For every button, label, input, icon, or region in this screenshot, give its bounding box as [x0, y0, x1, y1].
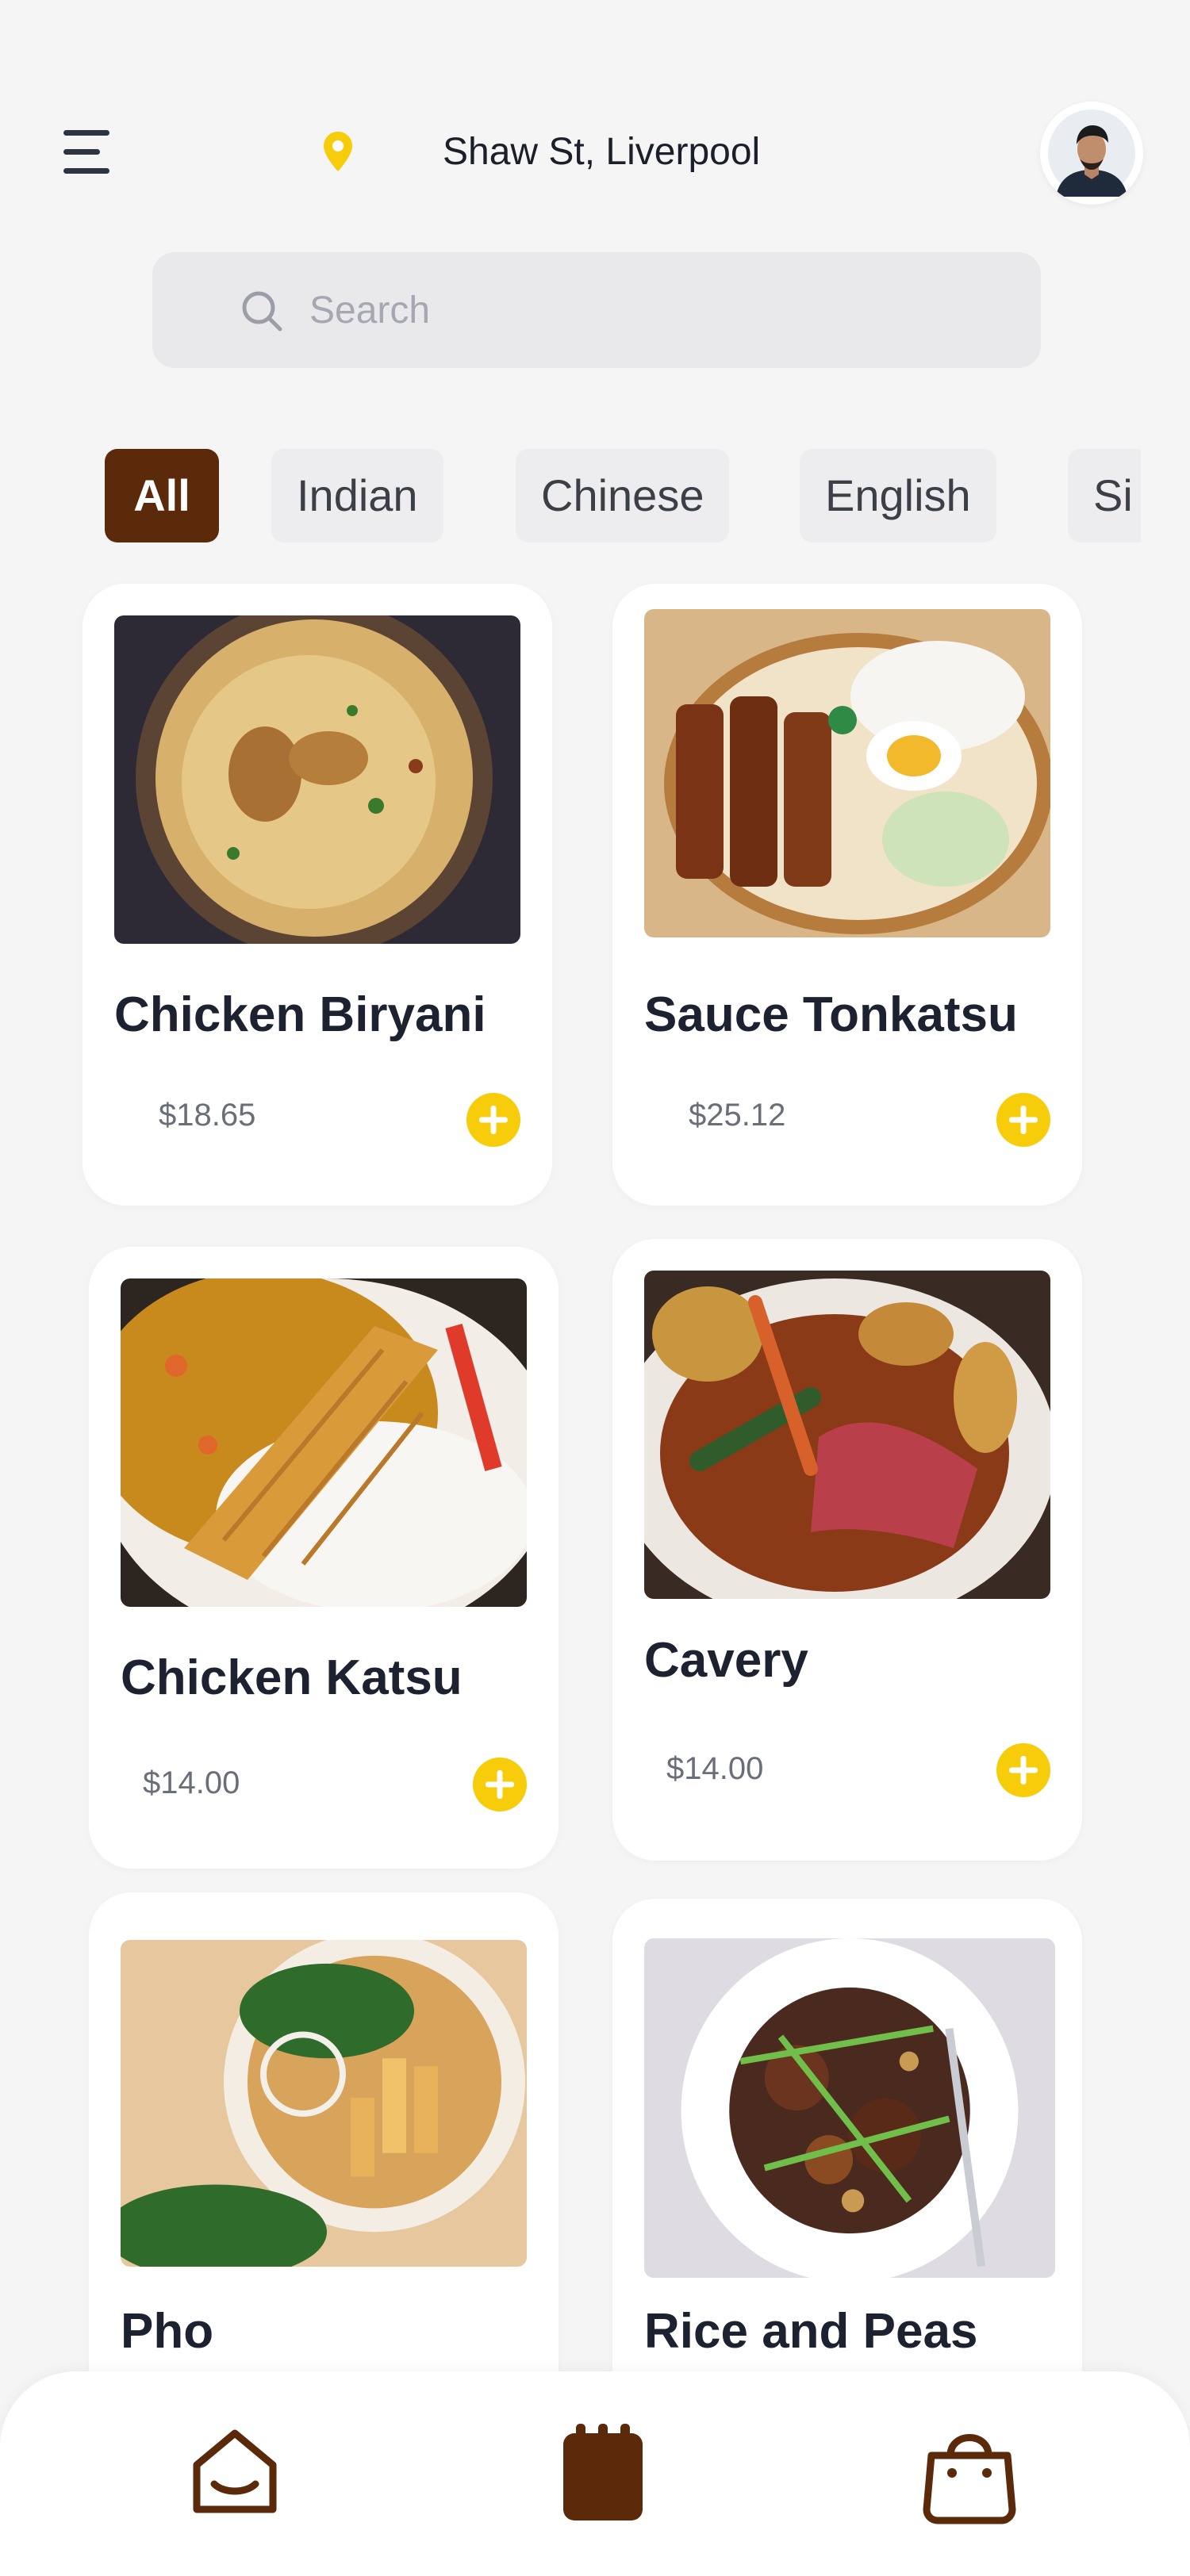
- add-to-cart-button[interactable]: [473, 1758, 527, 1811]
- tab-chinese[interactable]: Chinese: [516, 449, 730, 542]
- avatar[interactable]: [1040, 102, 1143, 205]
- tab-all[interactable]: All: [105, 449, 219, 542]
- product-image: [644, 609, 1050, 937]
- product-price: $18.65: [159, 1098, 256, 1133]
- product-name: Rice and Peas: [644, 2304, 978, 2359]
- product-price: $14.00: [143, 1765, 240, 1800]
- nav-home-button[interactable]: [179, 2416, 290, 2527]
- menu-icon-line: [63, 168, 109, 174]
- avatar-photo: [1048, 109, 1135, 197]
- product-card-chicken-katsu[interactable]: Chicken Katsu $14.00: [89, 1247, 559, 1869]
- product-image: [121, 1278, 527, 1607]
- tab-si[interactable]: Si: [1068, 449, 1141, 542]
- location-text[interactable]: Shaw St, Liverpool: [443, 127, 760, 178]
- product-card-sauce-tonkatsu[interactable]: Sauce Tonkatsu $25.12: [612, 584, 1082, 1206]
- menu-button[interactable]: [56, 127, 119, 182]
- nav-calendar-button[interactable]: [547, 2416, 658, 2527]
- product-name: Pho: [121, 2304, 214, 2359]
- nav-cart-button[interactable]: [914, 2416, 1025, 2527]
- product-image: [644, 1938, 1055, 2278]
- add-to-cart-button[interactable]: [996, 1743, 1050, 1797]
- search-input[interactable]: [309, 276, 992, 344]
- calendar-icon: [563, 2424, 643, 2520]
- product-image: [114, 615, 520, 944]
- product-price: $25.12: [689, 1098, 786, 1133]
- category-tabs: All Indian Chinese English Si: [105, 449, 1141, 542]
- product-card-cavery[interactable]: Cavery $14.00: [612, 1239, 1082, 1861]
- add-to-cart-button[interactable]: [466, 1093, 520, 1147]
- tab-indian[interactable]: Indian: [271, 449, 443, 542]
- bottom-navigation: [0, 2371, 1190, 2576]
- product-card-chicken-biryani[interactable]: Chicken Biryani $18.65: [83, 584, 552, 1206]
- product-image: [121, 1940, 527, 2267]
- location-pin-icon: [324, 132, 352, 171]
- shopping-bag-icon: [923, 2434, 1016, 2524]
- home-icon: [193, 2429, 277, 2513]
- add-to-cart-button[interactable]: [996, 1093, 1050, 1147]
- product-name: Cavery: [644, 1633, 808, 1688]
- product-price: $14.00: [666, 1751, 764, 1786]
- product-image: [644, 1271, 1050, 1599]
- menu-icon-line: [63, 130, 109, 136]
- product-name: Chicken Biryani: [114, 987, 486, 1042]
- product-name: Sauce Tonkatsu: [644, 987, 1018, 1042]
- search-icon: [242, 291, 282, 332]
- tab-english[interactable]: English: [800, 449, 996, 542]
- menu-icon-line: [63, 149, 100, 155]
- product-name: Chicken Katsu: [121, 1650, 463, 1705]
- search-bar[interactable]: [152, 252, 1041, 368]
